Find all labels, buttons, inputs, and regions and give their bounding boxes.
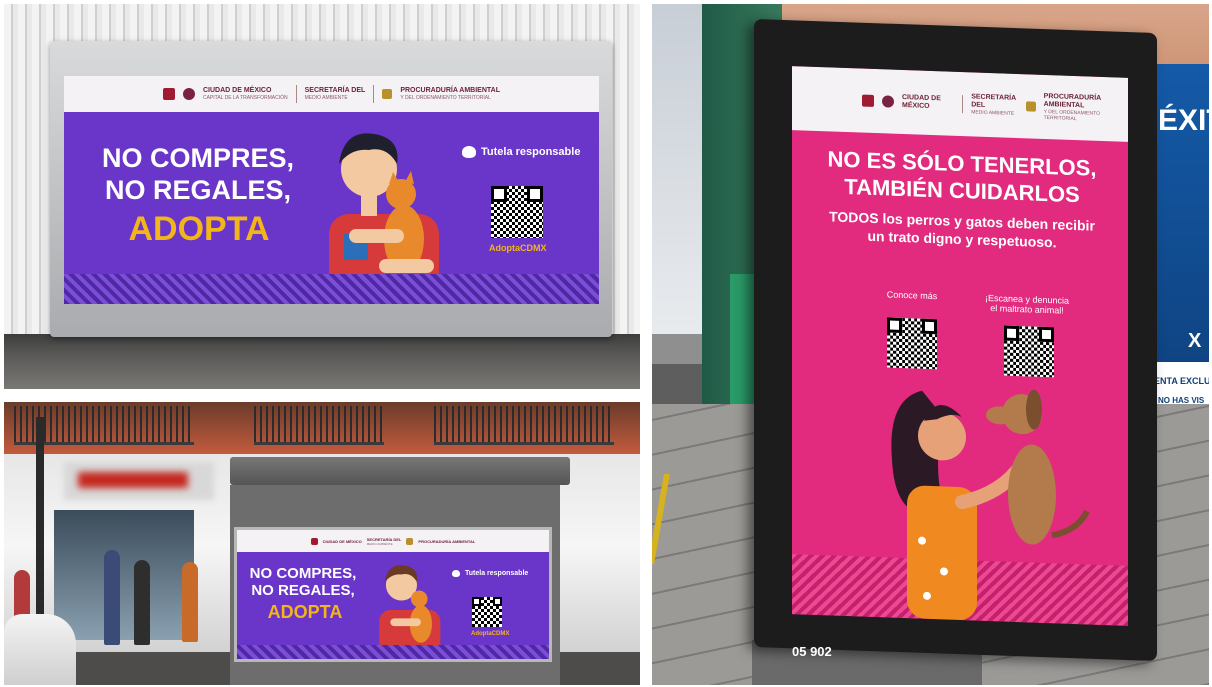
logo-sedema: SECRETARÍA DEL MEDIO AMBIENTE: [304, 87, 366, 101]
slogan: NO COMPRES, NO REGALES,: [88, 142, 308, 206]
paot-logo-icon: [406, 537, 414, 545]
slogan: NO ES SÓLO TENERLOS, TAMBIÉN CUIDARLOS: [812, 145, 1112, 209]
photo-metro-billboard: CIUDAD DE MÉXICO CAPITAL DE LA TRANSFORMA…: [4, 4, 640, 389]
slogan: NO COMPRES, NO REGALES,: [243, 565, 363, 599]
slogan-line-2: NO REGALES,: [251, 582, 355, 599]
logo-paot: PROCURADURÍA AMBIENTAL: [418, 538, 476, 544]
slogan-line-1: NO COMPRES,: [249, 565, 357, 582]
pet-care-icon: [462, 146, 476, 158]
adopta-poster-small: CIUDAD DE MÉXICO SECRETARÍA DEL MEDIO AMB…: [234, 527, 552, 662]
background-ad-sale-text: VENTA EXCLU: [1148, 376, 1209, 386]
logo-sedema: SECRETARÍA DEL MEDIO AMBIENTE: [971, 93, 1016, 117]
cuidarlos-poster: CIUDAD DE MÉXICO SECRETARÍA DEL MEDIO AMB…: [792, 66, 1128, 626]
logo-cdmx: CIUDAD DE MÉXICO: [902, 93, 941, 110]
pedestrian: [104, 550, 120, 645]
background-ad-x: X: [1188, 330, 1202, 352]
marble-floor: [4, 334, 640, 389]
cdmx-emblem-icon: [182, 88, 195, 100]
adopta-poster: CIUDAD DE MÉXICO CAPITAL DE LA TRANSFORMA…: [64, 76, 599, 304]
government-logo-bar: CIUDAD DE MÉXICO SECRETARÍA DEL MEDIO AMB…: [792, 66, 1128, 142]
background-ad-word: ÉXITO: [1158, 104, 1209, 137]
qr-code-report: [1004, 325, 1054, 378]
logo-paot: PROCURADURÍA AMBIENTAL Y DEL ORDENAMIENTO…: [400, 87, 500, 101]
cdmx-emblem-icon: [882, 95, 894, 108]
balcony-railing: [434, 406, 614, 445]
logo-divider: [295, 85, 297, 103]
photo-street-kiosk: ÉXITO X VENTA EXCLU NO HAS VIS CIUDAD DE…: [652, 4, 1209, 685]
government-logo-bar: CIUDAD DE MÉXICO CAPITAL DE LA TRANSFORMA…: [64, 76, 599, 112]
qr-code: [491, 186, 543, 238]
logo-sedema: SECRETARÍA DEL MEDIO AMBIENTE: [366, 536, 402, 546]
tutela-label: Tutela responsable: [481, 146, 581, 158]
street-pole: [36, 417, 44, 637]
pet-care-icon: [452, 570, 460, 577]
cdmx-seal-icon: [162, 88, 175, 100]
white-car: [4, 614, 76, 685]
qr-label-conoce: Conoce más: [886, 289, 938, 302]
slogan-adopta: ADOPTA: [128, 210, 270, 248]
government-logo-bar: CIUDAD DE MÉXICO SECRETARÍA DEL MEDIO AMB…: [237, 530, 549, 552]
cdmx-seal-icon: [862, 94, 874, 107]
pedestrian: [134, 560, 150, 645]
decorative-pattern-strip: [237, 645, 549, 659]
balcony-railing: [254, 406, 384, 445]
logo-cdmx: CIUDAD DE MÉXICO CAPITAL DE LA TRANSFORMA…: [202, 87, 288, 101]
qr-caption: AdoptaCDMX: [489, 243, 547, 253]
cdmx-seal-icon: [310, 537, 318, 545]
tutela-responsable: Tutela responsable: [462, 146, 580, 158]
slogan-adopta: ADOPTA: [267, 602, 343, 622]
shelter-roof: [230, 457, 570, 485]
blurred-store-sign: [64, 462, 214, 500]
decorative-pattern-strip: [64, 274, 599, 304]
colonial-building: [4, 402, 640, 454]
logo-paot: PROCURADURÍA AMBIENTAL Y DEL ORDENAMIENTO…: [1043, 92, 1101, 123]
logo-divider: [962, 95, 964, 114]
photo-bus-shelter: CIUDAD DE MÉXICO SECRETARÍA DEL MEDIO AMB…: [4, 402, 640, 685]
logo-divider: [373, 85, 375, 103]
pedestrian: [182, 562, 198, 642]
qr-code-info: [887, 317, 937, 370]
slogan-line-2: NO REGALES,: [104, 175, 292, 205]
tutela-responsable: Tutela responsable: [452, 570, 528, 577]
qr-label-denuncia: ¡Escanea y denuncia el maltrato animal!: [984, 292, 1070, 316]
slogan-line-1: NO COMPRES,: [101, 143, 295, 173]
subtext: TODOS los perros y gatos deben recibir u…: [822, 207, 1102, 253]
paot-logo-icon: [1025, 101, 1036, 112]
woman-with-dog-illustration: [891, 389, 1090, 620]
qr-code: [472, 597, 502, 627]
shop-window: [54, 510, 194, 640]
tutela-label: Tutela responsable: [465, 570, 529, 577]
logo-cdmx: CIUDAD DE MÉXICO: [322, 538, 362, 544]
paot-logo-icon: [382, 89, 393, 99]
qr-caption: AdoptaCDMX: [471, 631, 510, 637]
kiosk-serial-number: 05 902: [792, 644, 832, 659]
